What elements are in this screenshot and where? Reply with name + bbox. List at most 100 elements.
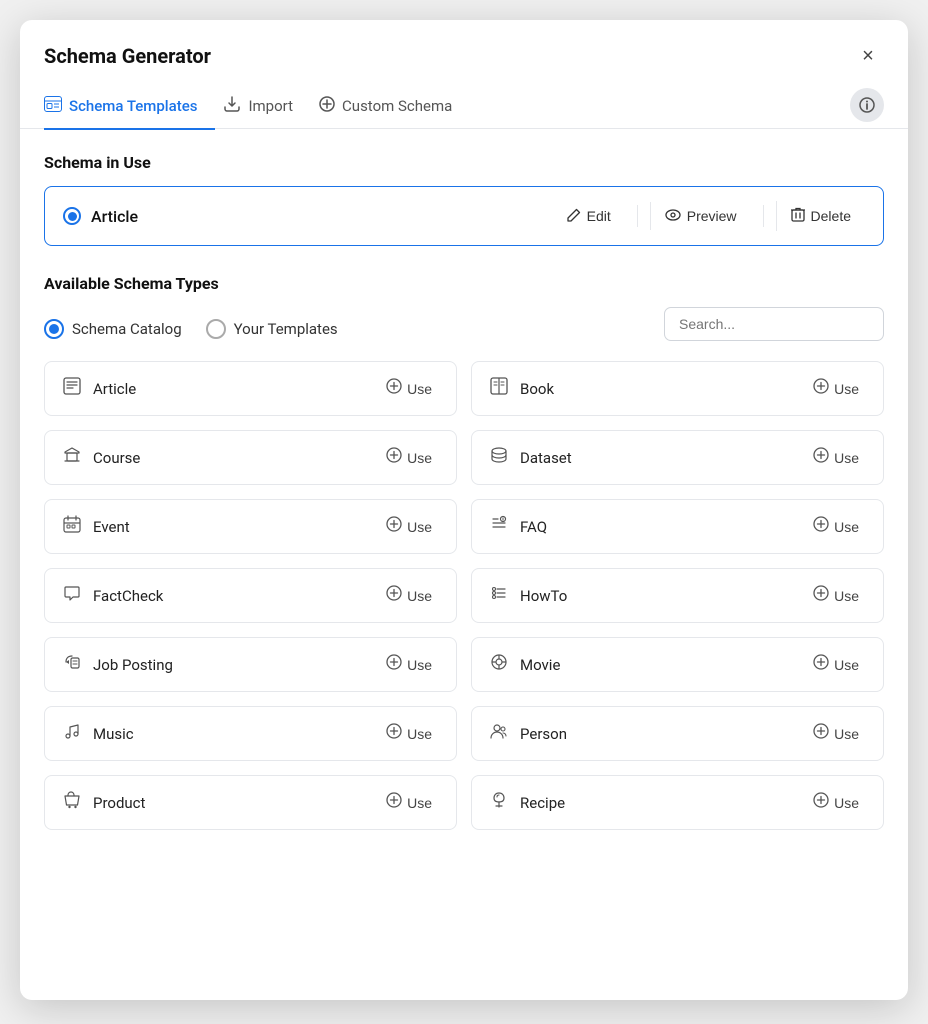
search-input[interactable] <box>664 307 884 341</box>
person-icon <box>488 722 510 745</box>
modal-title: Schema Generator <box>44 44 211 68</box>
schema-card-howto-left: HowTo <box>488 584 567 607</box>
use-plus-icon-recipe <box>813 792 829 813</box>
schema-card-music[interactable]: Music Use <box>44 706 457 761</box>
schema-card-faq-left: FAQ <box>488 515 547 538</box>
use-plus-icon-product <box>386 792 402 813</box>
preview-label: Preview <box>687 208 737 224</box>
schema-card-product[interactable]: Product Use <box>44 775 457 830</box>
event-label: Event <box>93 518 130 536</box>
factcheck-use-button[interactable]: Use <box>378 581 440 610</box>
edit-button[interactable]: Edit <box>553 202 625 231</box>
preview-button[interactable]: Preview <box>650 202 751 230</box>
schema-card-event[interactable]: Event Use <box>44 499 457 554</box>
job-posting-use-button[interactable]: Use <box>378 650 440 679</box>
book-label: Book <box>520 380 554 398</box>
howto-use-button[interactable]: Use <box>805 581 867 610</box>
job-posting-use-label: Use <box>407 657 432 673</box>
delete-icon <box>791 207 805 225</box>
article-use-button[interactable]: Use <box>378 374 440 403</box>
book-use-button[interactable]: Use <box>805 374 867 403</box>
schema-grid: Article Use <box>44 361 884 854</box>
dataset-label: Dataset <box>520 449 572 467</box>
dataset-use-button[interactable]: Use <box>805 443 867 472</box>
custom-schema-icon <box>319 96 335 116</box>
schema-card-product-left: Product <box>61 791 145 814</box>
search-bar-wrapper <box>664 307 884 341</box>
use-plus-icon-faq <box>813 516 829 537</box>
schema-card-book-left: Book <box>488 377 554 400</box>
close-button[interactable]: × <box>852 40 884 72</box>
preview-icon <box>665 208 681 224</box>
schema-card-music-left: Music <box>61 722 134 745</box>
book-use-label: Use <box>834 381 859 397</box>
delete-button[interactable]: Delete <box>776 201 865 231</box>
schema-card-movie-left: Movie <box>488 653 560 676</box>
movie-label: Movie <box>520 656 560 674</box>
schema-card-recipe[interactable]: Recipe Use <box>471 775 884 830</box>
use-plus-icon-dataset <box>813 447 829 468</box>
music-use-button[interactable]: Use <box>378 719 440 748</box>
schema-templates-icon <box>44 96 62 116</box>
modal-body: Schema in Use Article Edit <box>20 129 908 1000</box>
product-label: Product <box>93 794 145 812</box>
schema-card-person[interactable]: Person Use <box>471 706 884 761</box>
schema-card-course[interactable]: Course Use <box>44 430 457 485</box>
use-plus-icon-person <box>813 723 829 744</box>
faq-label: FAQ <box>520 518 547 536</box>
person-use-label: Use <box>834 726 859 742</box>
schema-card-factcheck[interactable]: FactCheck Use <box>44 568 457 623</box>
your-templates-option[interactable]: Your Templates <box>206 319 338 339</box>
course-use-button[interactable]: Use <box>378 443 440 472</box>
product-use-button[interactable]: Use <box>378 788 440 817</box>
article-icon <box>61 377 83 400</box>
schema-card-movie[interactable]: Movie Use <box>471 637 884 692</box>
schema-card-recipe-left: Recipe <box>488 791 565 814</box>
info-button[interactable] <box>850 88 884 122</box>
schema-in-use-radio <box>63 207 81 225</box>
music-use-label: Use <box>407 726 432 742</box>
tab-custom-schema[interactable]: Custom Schema <box>319 84 470 130</box>
job-posting-icon <box>61 653 83 676</box>
schema-in-use-label: Schema in Use <box>44 153 884 172</box>
movie-use-button[interactable]: Use <box>805 650 867 679</box>
course-use-label: Use <box>407 450 432 466</box>
schema-catalog-radio <box>44 319 64 339</box>
use-plus-icon-event <box>386 516 402 537</box>
use-plus-icon-job <box>386 654 402 675</box>
use-plus-icon <box>386 378 402 399</box>
faq-use-button[interactable]: Use <box>805 512 867 541</box>
person-use-button[interactable]: Use <box>805 719 867 748</box>
schema-in-use-card: Article Edit <box>44 186 884 246</box>
your-templates-radio <box>206 319 226 339</box>
schema-card-job-posting-left: Job Posting <box>61 653 173 676</box>
event-use-button[interactable]: Use <box>378 512 440 541</box>
recipe-use-button[interactable]: Use <box>805 788 867 817</box>
dataset-use-label: Use <box>834 450 859 466</box>
available-schema-header: Available Schema Types Schema Catalog Yo… <box>44 274 884 341</box>
event-use-label: Use <box>407 519 432 535</box>
job-posting-label: Job Posting <box>93 656 173 674</box>
use-plus-icon-course <box>386 447 402 468</box>
delete-label: Delete <box>811 208 851 224</box>
schema-card-howto[interactable]: HowTo Use <box>471 568 884 623</box>
schema-card-article[interactable]: Article Use <box>44 361 457 416</box>
dataset-icon <box>488 446 510 469</box>
recipe-label: Recipe <box>520 794 565 812</box>
edit-icon <box>567 208 581 225</box>
schema-card-book[interactable]: Book Use <box>471 361 884 416</box>
schema-card-person-left: Person <box>488 722 567 745</box>
schema-card-course-left: Course <box>61 446 140 469</box>
use-plus-icon-movie <box>813 654 829 675</box>
schema-card-article-left: Article <box>61 377 136 400</box>
schema-card-dataset[interactable]: Dataset Use <box>471 430 884 485</box>
faq-use-label: Use <box>834 519 859 535</box>
schema-card-faq[interactable]: FAQ Use <box>471 499 884 554</box>
course-label: Course <box>93 449 140 467</box>
tab-schema-templates[interactable]: Schema Templates <box>44 84 215 130</box>
tab-import[interactable]: Import <box>223 84 311 130</box>
howto-icon <box>488 584 510 607</box>
schema-card-job-posting[interactable]: Job Posting Use <box>44 637 457 692</box>
schema-in-use-left: Article <box>63 207 138 226</box>
schema-catalog-option[interactable]: Schema Catalog <box>44 319 182 339</box>
